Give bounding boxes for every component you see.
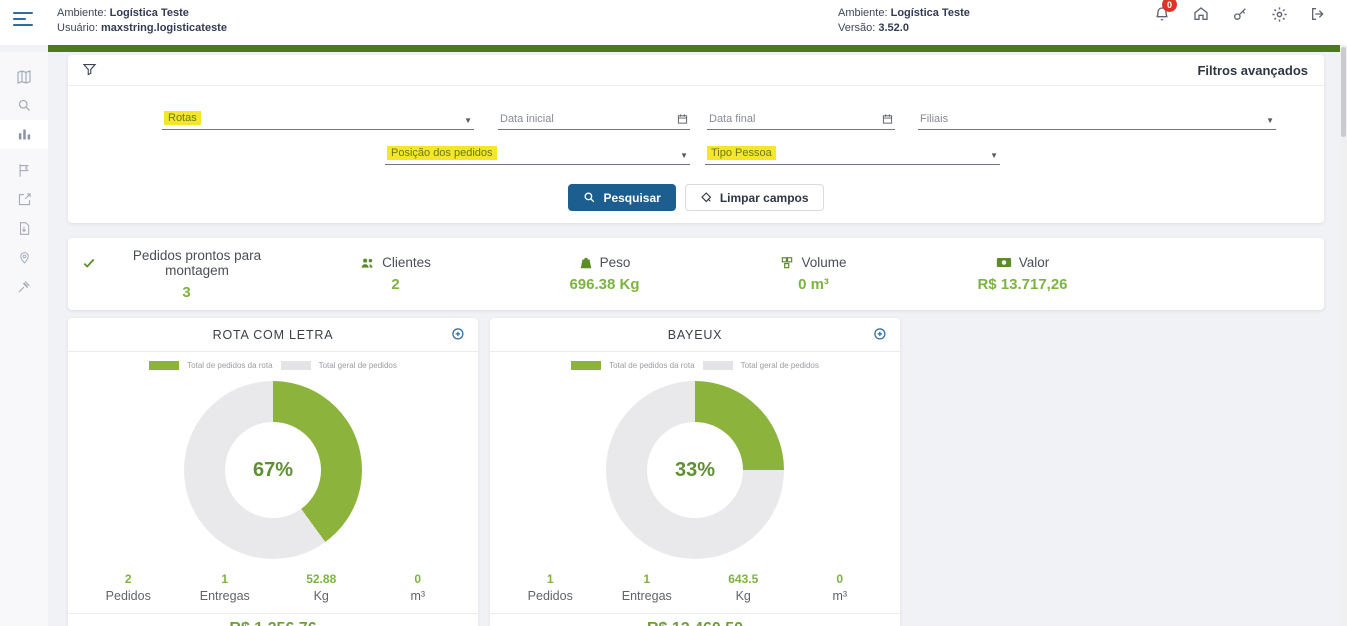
stat-entregas: 1Entregas [599, 572, 696, 603]
route-card-rota-com-letra: ROTA COM LETRA Total de pedidos da rota … [68, 318, 478, 626]
menu-hamburger-icon[interactable] [13, 12, 35, 30]
filiais-select[interactable]: Filiais ▼ [918, 108, 1276, 130]
route-card-bayeux: BAYEUX Total de pedidos da rota Total ge… [490, 318, 900, 626]
route-total-value: R$ 1.256,76 [68, 613, 478, 626]
tipo-pessoa-select[interactable]: Tipo Pessoa ▼ [705, 143, 1000, 165]
legend-swatch-rota [149, 361, 179, 370]
filiais-label: Filiais [920, 113, 948, 125]
summary-volume: Volume 0 m³ [709, 255, 918, 293]
stat-pedidos: 2Pedidos [80, 572, 177, 603]
stat-m3: 0m³ [370, 572, 467, 603]
route-total-value: R$ 12.460,50 [490, 613, 900, 626]
top-header: Ambiente: Logística Teste Usuário: maxst… [0, 0, 1347, 45]
legend-swatch-geral [281, 361, 311, 370]
donut-chart: 33% [606, 381, 784, 559]
sidebar-item-dashboard[interactable] [0, 120, 48, 149]
valor-value: R$ 13.717,26 [918, 276, 1127, 293]
donut-percentage: 67% [253, 459, 293, 482]
chevron-down-icon: ▼ [1266, 116, 1274, 125]
stat-kg: 52.88Kg [273, 572, 370, 603]
environment-name: Logística Teste [110, 7, 189, 19]
search-icon [583, 191, 596, 204]
sidebar-item-gavel[interactable] [0, 272, 48, 301]
stat-kg: 643.5Kg [695, 572, 792, 603]
clients-people-icon [360, 256, 375, 270]
chart-legend: Total de pedidos da rota Total geral de … [490, 361, 900, 370]
donut-chart: 67% [184, 381, 362, 559]
vertical-scrollbar[interactable] [1340, 45, 1347, 626]
chart-legend: Total de pedidos da rota Total geral de … [68, 361, 478, 370]
rotas-label: Rotas [164, 111, 201, 125]
zoom-in-icon[interactable] [873, 327, 888, 342]
volume-value: 0 m³ [709, 276, 918, 293]
route-card-title: BAYEUX [490, 328, 900, 342]
sidebar-item-document-export[interactable] [0, 214, 48, 243]
header-environment-user: Ambiente: Logística Teste Usuário: maxst… [57, 6, 227, 36]
sidebar-item-search[interactable] [0, 91, 48, 120]
app-version: 3.52.0 [878, 22, 909, 34]
peso-value: 696.38 Kg [500, 276, 709, 293]
summary-valor: Valor R$ 13.717,26 [918, 255, 1127, 293]
legend-swatch-geral [703, 361, 733, 370]
totals-summary-bar: Pedidos prontos para montagem 3 Clientes… [68, 238, 1324, 310]
money-bill-icon [996, 256, 1012, 269]
user-name: maxstring.logisticateste [101, 22, 227, 34]
left-sidebar [0, 52, 48, 626]
calendar-icon[interactable] [677, 113, 688, 125]
settings-gear-icon[interactable] [1268, 3, 1290, 25]
limpar-campos-button[interactable]: Limpar campos [685, 184, 824, 211]
filters-panel: Filtros avançados Rotas ▼ Data inicial D… [68, 55, 1324, 223]
sidebar-item-routes-flag[interactable] [0, 156, 48, 185]
zoom-in-icon[interactable] [451, 327, 466, 342]
clientes-value: 2 [291, 276, 500, 293]
filter-funnel-icon[interactable] [82, 62, 97, 77]
home-icon[interactable] [1190, 3, 1212, 25]
rotas-select[interactable]: Rotas ▼ [162, 108, 474, 130]
calendar-icon[interactable] [882, 113, 893, 125]
key-icon[interactable] [1229, 3, 1251, 25]
chevron-down-icon: ▼ [680, 151, 688, 160]
stat-entregas: 1Entregas [177, 572, 274, 603]
posicao-dos-pedidos-label: Posição dos pedidos [387, 146, 497, 160]
sidebar-item-edit[interactable] [0, 185, 48, 214]
sidebar-item-map[interactable] [0, 62, 48, 91]
summary-clientes: Clientes 2 [291, 255, 500, 293]
data-inicial-input[interactable]: Data inicial [498, 108, 690, 130]
header-accent-bar [48, 45, 1347, 52]
check-icon [82, 256, 96, 270]
volume-cube-icon [780, 256, 794, 270]
legend-swatch-rota [571, 361, 601, 370]
summary-peso: Peso 696.38 Kg [500, 255, 709, 293]
tipo-pessoa-label: Tipo Pessoa [707, 146, 776, 160]
donut-percentage: 33% [675, 459, 715, 482]
notifications-bell-icon[interactable]: 0 [1151, 3, 1173, 25]
summary-pedidos-prontos: Pedidos prontos para montagem 3 [82, 248, 291, 301]
advanced-filters-title[interactable]: Filtros avançados [1197, 63, 1308, 78]
chevron-down-icon: ▼ [990, 151, 998, 160]
data-inicial-label: Data inicial [500, 113, 554, 125]
posicao-dos-pedidos-select[interactable]: Posição dos pedidos ▼ [385, 143, 690, 165]
header-environment-version: Ambiente: Logística Teste Versão: 3.52.0 [838, 6, 970, 36]
sidebar-item-location-pin[interactable] [0, 243, 48, 272]
pesquisar-button[interactable]: Pesquisar [568, 184, 675, 211]
stat-m3: 0m³ [792, 572, 889, 603]
eraser-icon [700, 191, 713, 204]
data-final-label: Data final [709, 113, 755, 125]
scrollbar-thumb[interactable] [1341, 47, 1346, 137]
route-card-title: ROTA COM LETRA [68, 328, 478, 342]
stat-pedidos: 1Pedidos [502, 572, 599, 603]
pedidos-prontos-value: 3 [82, 284, 291, 301]
logout-icon[interactable] [1307, 3, 1329, 25]
weight-icon [579, 256, 593, 270]
data-final-input[interactable]: Data final [707, 108, 895, 130]
chevron-down-icon: ▼ [464, 116, 472, 125]
notification-count-badge: 0 [1162, 0, 1177, 12]
